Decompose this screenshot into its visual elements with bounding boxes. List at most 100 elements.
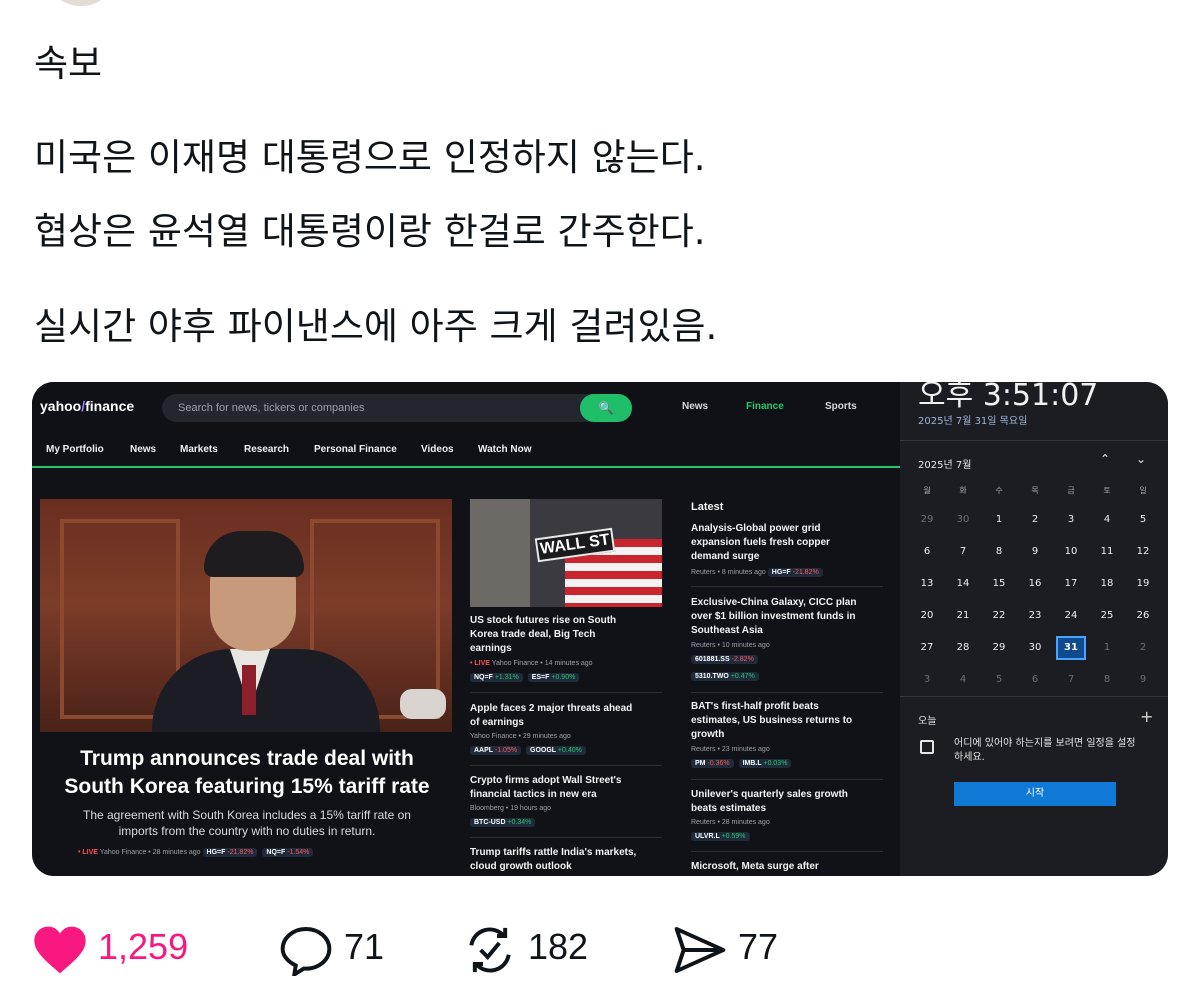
calendar-day[interactable]: 2 [1128, 636, 1158, 660]
embedded-screenshot[interactable]: yahoo/finance Search for news, tickers o… [32, 382, 1168, 876]
hero-image[interactable] [40, 499, 452, 732]
calendar-day[interactable]: 13 [912, 572, 942, 596]
ticker-chip[interactable]: NQ=F +1.31% [470, 673, 523, 682]
calendar-day[interactable]: 26 [1128, 604, 1158, 628]
latest-story-meta: Reuters • 8 minutes ago HG=F -21.82% [691, 568, 826, 577]
ticker-chip[interactable]: HG=F -21.82% [202, 848, 258, 857]
wall-street-image[interactable]: WALL ST [470, 499, 662, 607]
weekday-label: 목 [1031, 486, 1039, 495]
sub-nav-news[interactable]: News [130, 444, 156, 455]
calendar-day[interactable]: 30 [948, 508, 978, 532]
chevron-up-icon[interactable]: ⌃ [1100, 452, 1110, 466]
calendar-day[interactable]: 9 [1128, 668, 1158, 692]
clock-date[interactable]: 2025년 7월 31일 목요일 [918, 412, 1027, 427]
calendar-day[interactable]: 9 [1020, 540, 1050, 564]
calendar-day[interactable]: 19 [1128, 572, 1158, 596]
calendar-day[interactable]: 31 [1056, 636, 1086, 660]
ticker-chip[interactable]: ULVR.L +0.59% [691, 832, 750, 841]
latest-story-headline[interactable]: Unilever's quarterly sales growth beats e… [691, 788, 891, 816]
add-event-icon[interactable]: + [1140, 707, 1153, 726]
latest-story-meta: Reuters • 23 minutes ago [691, 746, 770, 753]
ticker-chip[interactable]: HG=F -21.82% [767, 568, 823, 577]
top-nav-news[interactable]: News [682, 401, 708, 412]
yahoo-finance-logo[interactable]: yahoo/finance [40, 398, 134, 414]
post-text-line-2: 미국은 이재명 대통령으로 인정하지 않는다. [34, 136, 706, 179]
sub-nav-my-portfolio[interactable]: My Portfolio [46, 444, 104, 455]
latest-story-headline[interactable]: BAT's first-half profit beats estimates, … [691, 700, 891, 742]
search-bar[interactable]: Search for news, tickers or companies 🔍 [162, 394, 632, 422]
hero-headline-2[interactable]: South Korea featuring 15% tariff rate [32, 773, 462, 801]
calendar-day[interactable]: 30 [1020, 636, 1050, 660]
calendar-day[interactable]: 3 [912, 668, 942, 692]
ticker-chip[interactable]: IMB.L +0.03% [738, 759, 792, 768]
calendar-day[interactable]: 12 [1128, 540, 1158, 564]
latest-story-headline[interactable]: Exclusive-China Galaxy, CICC plan over $1… [691, 596, 891, 638]
calendar-day[interactable]: 5 [984, 668, 1014, 692]
calendar-day[interactable]: 29 [912, 508, 942, 532]
calendar-day[interactable]: 29 [984, 636, 1014, 660]
calendar-day[interactable]: 15 [984, 572, 1014, 596]
sub-nav-videos[interactable]: Videos [421, 444, 454, 455]
calendar-day[interactable]: 20 [912, 604, 942, 628]
calendar-day[interactable]: 4 [948, 668, 978, 692]
story-headline[interactable]: Crypto firms adopt Wall Street's financia… [470, 774, 670, 802]
search-input[interactable]: Search for news, tickers or companies [178, 402, 364, 414]
ticker-chip[interactable]: ES=F +0.90% [527, 673, 580, 682]
story-headline[interactable]: US stock futures rise on South Korea trad… [470, 614, 670, 656]
calendar-day[interactable]: 1 [1092, 636, 1122, 660]
calendar-day[interactable]: 24 [1056, 604, 1086, 628]
calendar-day[interactable]: 23 [1020, 604, 1050, 628]
ticker-chip[interactable]: 601881.SS -2.82% [691, 655, 758, 664]
story-headline[interactable]: Trump tariffs rattle India's markets, clo… [470, 846, 670, 874]
calendar-day[interactable]: 14 [948, 572, 978, 596]
start-button[interactable]: 시작 [954, 782, 1116, 806]
latest-story-headline[interactable]: Analysis-Global power grid expansion fuel… [691, 522, 891, 564]
calendar-day[interactable]: 3 [1056, 508, 1086, 532]
calendar-day[interactable]: 10 [1056, 540, 1086, 564]
calendar-day[interactable]: 8 [984, 540, 1014, 564]
calendar-day[interactable]: 7 [948, 540, 978, 564]
ticker-chip[interactable]: 5310.TWO +0.47% [691, 672, 759, 681]
calendar-day[interactable]: 25 [1092, 604, 1122, 628]
calendar-day[interactable]: 21 [948, 604, 978, 628]
latest-story-headline[interactable]: Microsoft, Meta surge after [691, 860, 891, 874]
calendar-day[interactable]: 7 [1056, 668, 1086, 692]
story-headline[interactable]: Apple faces 2 major threats ahead of earn… [470, 702, 670, 730]
hero-headline-1[interactable]: Trump announces trade deal with [32, 745, 462, 773]
calendar-day[interactable]: 8 [1092, 668, 1122, 692]
calendar-day[interactable]: 6 [912, 540, 942, 564]
search-button[interactable]: 🔍 [580, 394, 632, 422]
calendar-day[interactable]: 28 [948, 636, 978, 660]
calendar-day[interactable]: 11 [1092, 540, 1122, 564]
calendar-month[interactable]: 2025년 7월 [918, 456, 971, 471]
sub-nav-watch-now[interactable]: Watch Now [478, 444, 532, 455]
calendar-day[interactable]: 6 [1020, 668, 1050, 692]
calendar-day[interactable]: 5 [1128, 508, 1158, 532]
hero-description-2: imports from the country with no duties … [118, 824, 376, 838]
chevron-down-icon[interactable]: ⌄ [1136, 452, 1146, 466]
calendar-day[interactable]: 1 [984, 508, 1014, 532]
hero-meta: • LIVE Yahoo Finance • 28 minutes ago HG… [78, 848, 316, 857]
top-nav-sports[interactable]: Sports [825, 401, 857, 412]
weekday-label: 월 [923, 486, 931, 495]
sub-nav-personal-finance[interactable]: Personal Finance [314, 444, 397, 455]
calendar-day[interactable]: 4 [1092, 508, 1122, 532]
ticker-chip[interactable]: PM -0.36% [691, 759, 734, 768]
calendar-day[interactable]: 2 [1020, 508, 1050, 532]
calendar-day[interactable]: 22 [984, 604, 1014, 628]
divider [470, 765, 662, 766]
ticker-chip[interactable]: GOOGL +0.40% [526, 746, 586, 755]
sub-nav-markets[interactable]: Markets [180, 444, 218, 455]
calendar-day[interactable]: 18 [1092, 572, 1122, 596]
send-icon [674, 927, 726, 973]
sub-nav-research[interactable]: Research [244, 444, 289, 455]
ticker-chip[interactable]: AAPL -1.05% [470, 746, 522, 755]
ticker-chip[interactable]: BTC-USD +0.34% [470, 818, 536, 827]
avatar[interactable] [46, 0, 116, 6]
ticker-chip[interactable]: NQ=F -1.54% [262, 848, 314, 857]
calendar-day[interactable]: 16 [1020, 572, 1050, 596]
calendar-day[interactable]: 17 [1056, 572, 1086, 596]
top-nav-finance[interactable]: Finance [746, 401, 784, 412]
calendar-day[interactable]: 27 [912, 636, 942, 660]
today-label: 오늘 [918, 716, 937, 727]
